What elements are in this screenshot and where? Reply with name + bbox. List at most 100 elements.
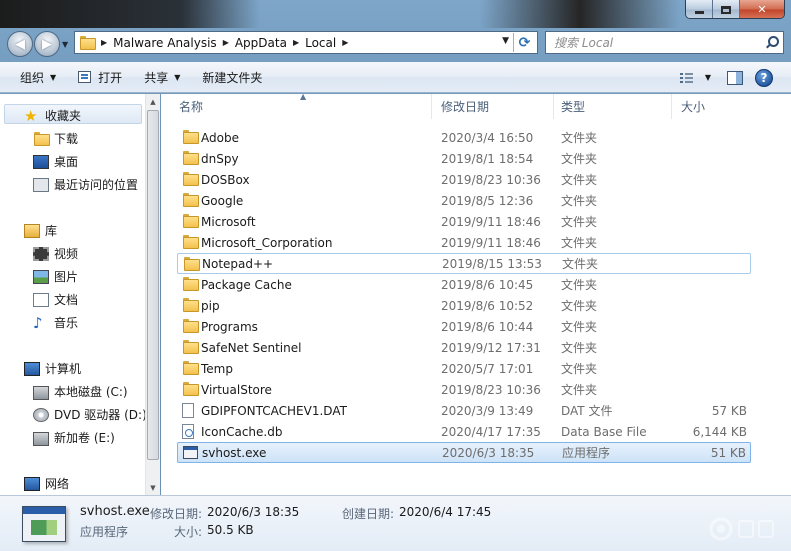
recent-pages-dropdown[interactable]: ▼ bbox=[62, 40, 70, 49]
preview-pane-icon[interactable] bbox=[727, 70, 743, 85]
breadcrumb-local[interactable]: Local bbox=[305, 36, 336, 50]
search-box[interactable]: 搜索 Local bbox=[545, 31, 784, 54]
scrollbar-thumb[interactable] bbox=[147, 110, 159, 460]
table-row[interactable]: Adobe 2020/3/4 16:50 文件夹 bbox=[177, 127, 751, 148]
close-button[interactable]: ✕ bbox=[740, 0, 784, 18]
table-row[interactable]: DOSBox 2019/8/23 10:36 文件夹 bbox=[177, 169, 751, 190]
new-folder-button[interactable]: 新建文件夹 bbox=[191, 65, 273, 90]
sidebar-item-recent[interactable]: 最近访问的位置 bbox=[33, 176, 138, 193]
close-icon: ✕ bbox=[757, 3, 767, 16]
chevron-down-icon: ▼ bbox=[50, 72, 57, 82]
scroll-up-icon[interactable]: ▲ bbox=[146, 94, 160, 109]
column-size[interactable]: 大小 bbox=[663, 94, 753, 119]
navigation-scrollbar[interactable]: ▲ ▼ bbox=[145, 94, 160, 495]
sidebar-item-desktop[interactable]: 桌面 bbox=[33, 153, 78, 170]
table-row[interactable]: Temp 2020/5/7 17:01 文件夹 bbox=[177, 358, 751, 379]
chevron-down-icon: ▼ bbox=[174, 72, 181, 82]
sidebar-item-videos[interactable]: 视频 bbox=[33, 245, 78, 262]
file-name: Temp bbox=[201, 361, 233, 376]
sidebar-item-label: 下载 bbox=[54, 132, 79, 146]
table-row[interactable]: Package Cache 2019/8/6 10:45 文件夹 bbox=[177, 274, 751, 295]
toolbar-right: ▼ ? bbox=[675, 62, 791, 93]
breadcrumb-separator-icon[interactable]: ▶ bbox=[101, 38, 107, 47]
address-bar[interactable]: ▶ Malware Analysis ▶ AppData ▶ Local ▶ ▼… bbox=[74, 31, 538, 54]
watermark-logo bbox=[709, 517, 774, 541]
refresh-button[interactable]: ⟳ bbox=[513, 33, 535, 52]
search-icon[interactable] bbox=[763, 35, 779, 51]
breadcrumb-separator-icon[interactable]: ▶ bbox=[223, 38, 229, 47]
file-type: 文件夹 bbox=[561, 152, 598, 166]
sidebar-favorites[interactable]: ★ 收藏夹 bbox=[24, 107, 81, 124]
change-view-button[interactable]: ▼ bbox=[675, 65, 715, 90]
navigation-bar: ◀ ▶ ▼ ▶ Malware Analysis ▶ AppData ▶ Loc… bbox=[0, 28, 791, 58]
table-row[interactable]: svhost.exe 2020/6/3 18:35 应用程序 51 KB bbox=[177, 442, 751, 463]
sidebar-item-drive-e[interactable]: 新加卷 (E:) bbox=[33, 429, 115, 446]
search-input[interactable]: 搜索 Local bbox=[554, 34, 763, 51]
chevron-down-icon[interactable]: ▼ bbox=[705, 73, 711, 82]
table-row[interactable]: Google 2019/8/5 12:36 文件夹 bbox=[177, 190, 751, 211]
address-dropdown-icon[interactable]: ▼ bbox=[502, 36, 509, 46]
column-date[interactable]: 修改日期 bbox=[423, 94, 553, 119]
scroll-down-icon[interactable]: ▼ bbox=[146, 480, 160, 495]
table-row[interactable]: GDIPFONTCACHEV1.DAT 2020/3/9 13:49 DAT 文件 5… bbox=[177, 400, 751, 421]
table-row[interactable]: pip 2019/8/6 10:52 文件夹 bbox=[177, 295, 751, 316]
file-date: 2019/8/6 10:45 bbox=[441, 277, 534, 292]
music-icon: ♪ bbox=[33, 313, 43, 332]
picture-icon bbox=[33, 269, 49, 284]
share-label: 共享 bbox=[144, 70, 169, 85]
new-folder-label: 新建文件夹 bbox=[202, 70, 263, 85]
file-type: 文件夹 bbox=[561, 215, 598, 229]
breadcrumb-malware-analysis[interactable]: Malware Analysis bbox=[113, 36, 217, 50]
back-button[interactable]: ◀ bbox=[7, 31, 33, 57]
sidebar-item-documents[interactable]: 文档 bbox=[33, 291, 78, 308]
file-date: 2019/9/12 17:31 bbox=[441, 340, 541, 355]
file-type: 应用程序 bbox=[562, 446, 611, 460]
file-date: 2019/8/6 10:44 bbox=[441, 319, 534, 334]
help-icon[interactable]: ? bbox=[755, 68, 773, 87]
table-row[interactable]: dnSpy 2019/8/1 18:54 文件夹 bbox=[177, 148, 751, 169]
recent-places-icon bbox=[33, 177, 49, 192]
sidebar-libraries[interactable]: 库 bbox=[24, 222, 57, 239]
title-bar-background-right bbox=[480, 0, 680, 28]
sidebar-item-label: 文档 bbox=[54, 293, 79, 307]
sidebar-item-label: 图片 bbox=[54, 270, 79, 284]
table-row[interactable]: IconCache.db 2020/4/17 17:35 Data Base Fil… bbox=[177, 421, 751, 442]
sidebar-item-drive-d[interactable]: DVD 驱动器 (D:) bbox=[33, 406, 147, 423]
file-type: 文件夹 bbox=[561, 194, 598, 208]
details-pane: svhost.exe 应用程序 修改日期: 2020/6/3 18:35 大小:… bbox=[0, 495, 791, 551]
column-name-label: 名称 bbox=[179, 100, 204, 114]
organize-button[interactable]: 组织 ▼ bbox=[9, 65, 67, 90]
table-row[interactable]: Microsoft 2019/9/11 18:46 文件夹 bbox=[177, 211, 751, 232]
column-type[interactable]: 类型 bbox=[543, 94, 671, 119]
sidebar-item-drive-c[interactable]: 本地磁盘 (C:) bbox=[33, 383, 128, 400]
sidebar-computer-label: 计算机 bbox=[45, 362, 82, 376]
table-row[interactable]: VirtualStore 2019/8/23 10:36 文件夹 bbox=[177, 379, 751, 400]
maximize-button[interactable] bbox=[713, 0, 740, 18]
breadcrumb-appdata[interactable]: AppData bbox=[235, 36, 287, 50]
share-button[interactable]: 共享 ▼ bbox=[133, 65, 191, 90]
sidebar-item-pictures[interactable]: 图片 bbox=[33, 268, 78, 285]
minimize-button[interactable] bbox=[686, 0, 713, 18]
file-date: 2019/8/5 12:36 bbox=[441, 193, 534, 208]
sidebar-item-label: 桌面 bbox=[54, 155, 79, 169]
table-row[interactable]: Programs 2019/8/6 10:44 文件夹 bbox=[177, 316, 751, 337]
file-date: 2019/8/23 10:36 bbox=[441, 172, 541, 187]
open-label: 打开 bbox=[98, 70, 123, 85]
sidebar-computer[interactable]: 计算机 bbox=[24, 360, 81, 377]
file-type: 文件夹 bbox=[561, 278, 598, 292]
breadcrumb-separator-icon[interactable]: ▶ bbox=[293, 38, 299, 47]
column-name[interactable]: 名称 ▲ bbox=[161, 92, 431, 119]
table-row[interactable]: SafeNet Sentinel 2019/9/12 17:31 文件夹 bbox=[177, 337, 751, 358]
sidebar-item-downloads[interactable]: 下载 bbox=[33, 130, 78, 147]
sidebar-item-music[interactable]: ♪ 音乐 bbox=[33, 314, 78, 331]
file-type: 文件夹 bbox=[561, 173, 598, 187]
folder-icon bbox=[183, 257, 200, 271]
forward-button[interactable]: ▶ bbox=[34, 31, 60, 57]
table-row[interactable]: Microsoft_Corporation 2019/9/11 18:46 文件夹 bbox=[177, 232, 751, 253]
table-row[interactable]: Notepad++ 2019/8/15 13:53 文件夹 bbox=[177, 253, 751, 274]
breadcrumb-separator-icon[interactable]: ▶ bbox=[342, 38, 348, 47]
file-type: 文件夹 bbox=[561, 341, 598, 355]
file-name: GDIPFONTCACHEV1.DAT bbox=[201, 403, 347, 418]
open-button[interactable]: 打开 bbox=[67, 65, 133, 90]
sidebar-network[interactable]: 网络 bbox=[24, 475, 69, 492]
